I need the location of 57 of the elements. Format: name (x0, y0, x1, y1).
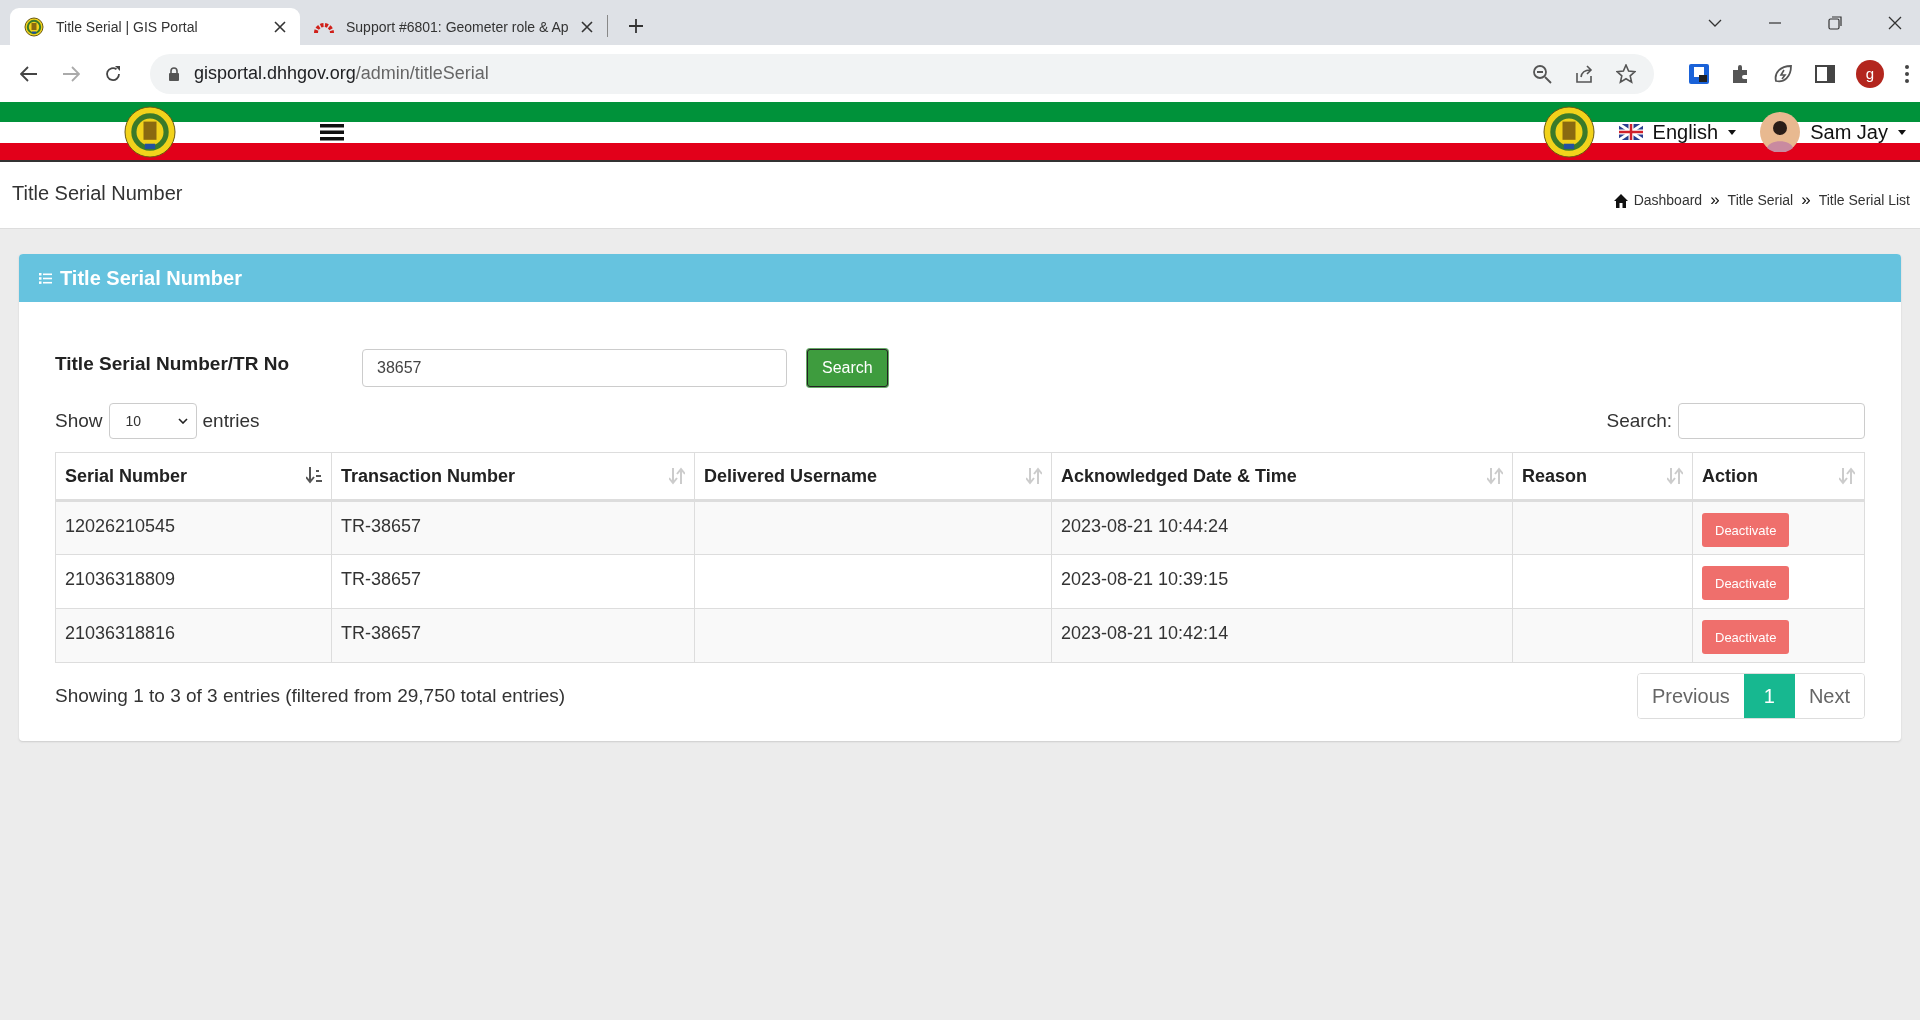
avatar-icon (1760, 112, 1801, 152)
side-panel-icon[interactable] (1814, 62, 1836, 85)
table-cell: 2023-08-21 10:42:14 (1051, 608, 1513, 663)
language-dropdown[interactable]: English (1618, 120, 1737, 144)
page-size-select[interactable]: 10 (108, 403, 197, 439)
leaf-bolt-icon[interactable] (1772, 62, 1794, 85)
more-icon[interactable] (1904, 63, 1910, 84)
share-icon[interactable] (1574, 63, 1594, 84)
table-cell: 21036318816 (55, 608, 332, 663)
breadcrumb-separator: » (1801, 190, 1811, 210)
table-cell: 21036318809 (55, 554, 332, 609)
table-cell: TR-38657 (331, 500, 695, 555)
profile-avatar[interactable]: g (1856, 59, 1884, 88)
reload-icon[interactable] (104, 64, 122, 83)
entries-label: entries (202, 410, 260, 432)
zoom-out-icon[interactable] (1532, 63, 1552, 84)
browser-tab[interactable]: Title Serial | GIS Portal (10, 8, 300, 45)
table-cell: TR-38657 (331, 608, 695, 663)
table-cell: TR-38657 (331, 554, 695, 609)
panel-title: Title Serial Number (60, 266, 242, 290)
address-field[interactable]: gisportal.dhhgov.org/admin/titleSerial (150, 53, 1654, 94)
flag-icon (1618, 124, 1643, 140)
table-info: Showing 1 to 3 of 3 entries (filtered from 29,750 total entries) (55, 685, 566, 707)
emblem-logo (124, 106, 176, 158)
restore-icon[interactable] (1828, 15, 1842, 30)
breadcrumb-link[interactable]: Title Serial List (1818, 192, 1910, 208)
url-text: gisportal.dhhgov.org/admin/titleSerial (194, 63, 489, 84)
emblem-icon (24, 16, 44, 37)
star-icon[interactable] (1616, 63, 1636, 84)
plus-icon[interactable] (627, 18, 644, 34)
breadcrumb-link[interactable]: Title Serial (1727, 192, 1794, 208)
table-cell: 2023-08-21 10:44:24 (1051, 500, 1513, 555)
show-label: Show (55, 410, 103, 432)
list-icon (39, 272, 52, 284)
browser-tab[interactable]: Support #6801: Geometer role & Ap (300, 8, 607, 45)
close-icon[interactable] (274, 20, 286, 33)
table-cell: 2023-08-21 10:39:15 (1051, 554, 1513, 609)
lock-icon (168, 66, 180, 81)
caret-icon (1898, 129, 1906, 135)
breadcrumb-separator: » (1710, 190, 1720, 210)
shield-lock-icon[interactable] (1688, 62, 1710, 85)
search-label: Search: (1606, 410, 1672, 432)
table-search-input[interactable] (1678, 403, 1865, 439)
home-icon (1613, 194, 1628, 208)
emblem-logo (1542, 106, 1595, 158)
chevron-down-icon (177, 418, 188, 424)
close-icon[interactable] (580, 20, 593, 33)
search-input[interactable]: 38657 (362, 349, 787, 387)
menu-icon[interactable] (320, 122, 344, 142)
user-dropdown[interactable]: Sam Jay (1760, 112, 1906, 152)
table-cell: 12026210545 (55, 500, 332, 555)
breadcrumb-link[interactable]: Dashboard (1613, 192, 1703, 208)
back-icon[interactable] (20, 64, 38, 83)
caret-icon (1728, 129, 1737, 135)
field-label: Title Serial Number/TR No (55, 353, 291, 375)
page-title: Title Serial Number (12, 182, 183, 206)
close-icon[interactable] (1888, 15, 1902, 30)
